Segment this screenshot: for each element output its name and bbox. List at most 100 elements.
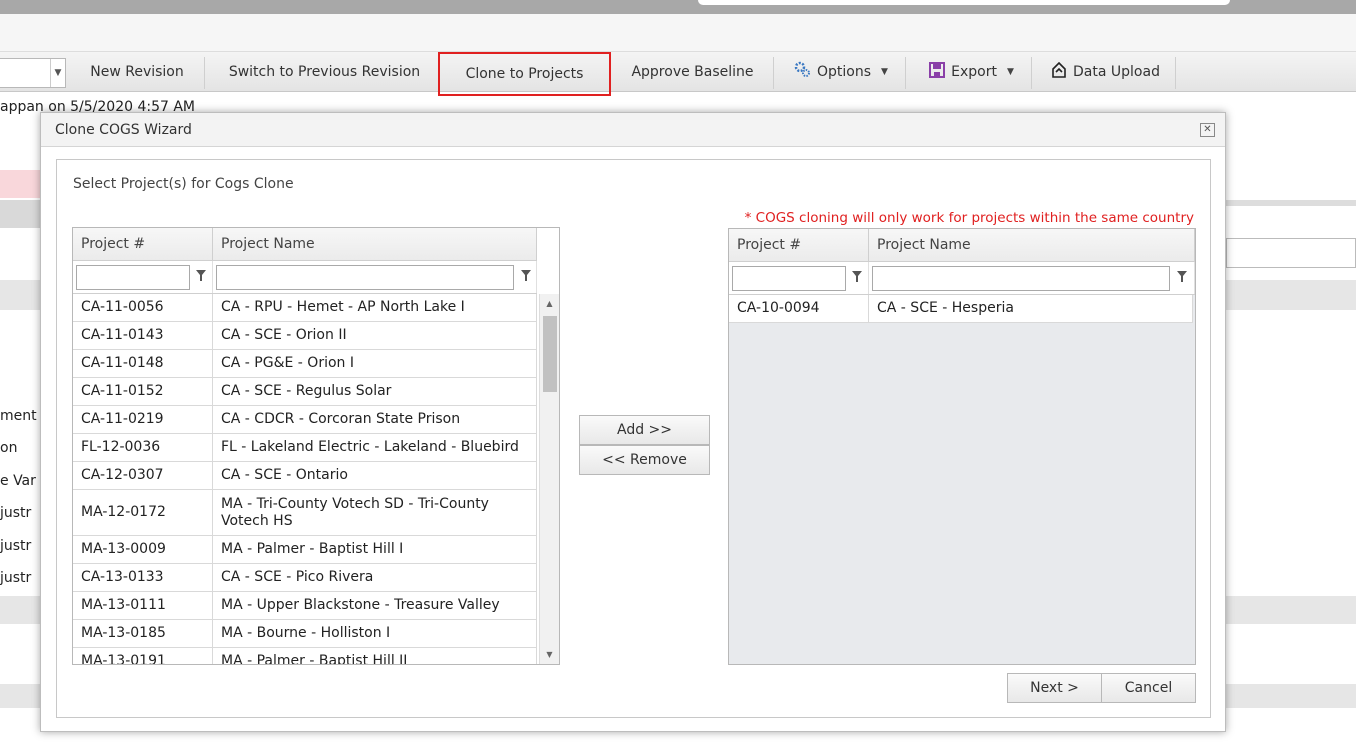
project-number-cell: CA-12-0307 — [73, 462, 213, 489]
project-number-cell: MA-13-0191 — [73, 648, 213, 664]
filter-icon[interactable] — [196, 270, 206, 282]
table-row[interactable]: MA-13-0009 MA - Palmer - Baptist Hill I — [73, 536, 537, 564]
project-number-cell: CA-13-0133 — [73, 564, 213, 591]
chevron-down-icon: ▼ — [50, 59, 65, 87]
project-name-cell: CA - SCE - Regulus Solar — [213, 378, 537, 405]
table-row[interactable]: CA-11-0056 CA - RPU - Hemet - AP North La… — [73, 294, 537, 322]
table-row[interactable]: MA-13-0185 MA - Bourne - Holliston I — [73, 620, 537, 648]
remove-button[interactable]: << Remove — [579, 445, 710, 475]
project-number-cell: CA-11-0152 — [73, 378, 213, 405]
instruction-text: Select Project(s) for Cogs Clone — [73, 176, 294, 192]
table-row[interactable]: CA-11-0219 CA - CDCR - Corcoran State Pri… — [73, 406, 537, 434]
grid-header: Project # Project Name — [73, 228, 537, 261]
project-number-cell: MA-12-0172 — [73, 490, 213, 535]
background-row — [0, 200, 40, 228]
dialog-titlebar: Clone COGS Wizard ✕ — [41, 113, 1225, 147]
add-button[interactable]: Add >> — [579, 415, 710, 445]
column-header-project-number[interactable]: Project # — [73, 228, 213, 261]
export-button[interactable]: Export ▼ — [912, 57, 1032, 89]
table-row[interactable]: CA-10-0094 CA - SCE - Hesperia — [729, 295, 1193, 323]
table-row[interactable]: CA-12-0307 CA - SCE - Ontario — [73, 462, 537, 490]
project-name-cell: MA - Tri-County Votech SD - Tri-County V… — [213, 490, 537, 535]
background-row — [0, 596, 40, 624]
options-label: Options — [817, 64, 872, 80]
approve-baseline-button[interactable]: Approve Baseline — [612, 57, 774, 89]
available-projects-grid: Project # Project Name CA-11-0056 CA - RP… — [72, 227, 560, 665]
background-row-label: justr — [0, 570, 32, 586]
project-name-cell: MA - Palmer - Baptist Hill II — [213, 648, 537, 664]
project-number-cell: CA-11-0056 — [73, 294, 213, 321]
project-name-cell: CA - PG&E - Orion I — [213, 350, 537, 377]
column-header-project-name[interactable]: Project Name — [869, 229, 1195, 262]
column-header-project-number[interactable]: Project # — [729, 229, 869, 262]
column-header-project-name[interactable]: Project Name — [213, 228, 537, 261]
background-row-label: on — [0, 440, 18, 456]
grid-header: Project # Project Name — [729, 229, 1195, 262]
background-row — [0, 280, 40, 310]
grid-filter-row — [73, 261, 537, 294]
export-icon — [929, 59, 946, 89]
project-name-filter-input[interactable] — [216, 265, 514, 290]
project-name-filter-input[interactable] — [872, 266, 1170, 291]
caret-down-icon: ▼ — [881, 67, 888, 77]
toolbar: ▼ New Revision Switch to Previous Revisi… — [0, 52, 1356, 96]
grid-scrollbar[interactable]: ▲ ▼ — [539, 294, 559, 664]
selected-projects-grid: Project # Project Name CA-10-0094 CA - SC… — [728, 228, 1196, 665]
data-upload-label: Data Upload — [1073, 64, 1160, 80]
background-row — [1226, 684, 1356, 708]
new-revision-button[interactable]: New Revision — [70, 57, 205, 89]
filter-icon[interactable] — [521, 270, 531, 282]
address-bar[interactable] — [698, 0, 1230, 5]
gear-icon — [793, 59, 811, 89]
clone-cogs-wizard-dialog: Clone COGS Wizard ✕ Select Project(s) fo… — [40, 112, 1226, 732]
table-row[interactable]: FL-12-0036 FL - Lakeland Electric - Lakel… — [73, 434, 537, 462]
project-name-cell: MA - Upper Blackstone - Treasure Valley — [213, 592, 537, 619]
project-number-cell: MA-13-0185 — [73, 620, 213, 647]
table-row[interactable]: MA-13-0191 MA - Palmer - Baptist Hill II — [73, 648, 537, 664]
table-row[interactable]: CA-11-0143 CA - SCE - Orion II — [73, 322, 537, 350]
project-name-cell: FL - Lakeland Electric - Lakeland - Blue… — [213, 434, 537, 461]
project-name-cell: MA - Palmer - Baptist Hill I — [213, 536, 537, 563]
scroll-thumb[interactable] — [543, 316, 557, 392]
project-name-cell: CA - SCE - Pico Rivera — [213, 564, 537, 591]
table-row[interactable]: CA-13-0133 CA - SCE - Pico Rivera — [73, 564, 537, 592]
scroll-down-icon[interactable]: ▼ — [540, 647, 559, 663]
project-number-cell: MA-13-0009 — [73, 536, 213, 563]
background-row-label: e Var — [0, 473, 36, 489]
project-number-cell: CA-11-0148 — [73, 350, 213, 377]
options-button[interactable]: Options ▼ — [776, 57, 906, 89]
switch-previous-revision-button[interactable]: Switch to Previous Revision — [210, 57, 440, 89]
background-row — [0, 684, 40, 708]
project-number-filter-input[interactable] — [732, 266, 846, 291]
data-upload-button[interactable]: Data Upload — [1036, 57, 1176, 89]
next-button[interactable]: Next > — [1007, 673, 1102, 703]
revision-select[interactable]: ▼ — [0, 58, 66, 88]
close-icon[interactable]: ✕ — [1200, 123, 1215, 137]
browser-chrome — [0, 0, 1356, 14]
wizard-panel: Select Project(s) for Cogs Clone * COGS … — [56, 159, 1211, 718]
app-header — [0, 14, 1356, 52]
project-name-cell: CA - SCE - Hesperia — [869, 295, 1193, 322]
project-number-cell: FL-12-0036 — [73, 434, 213, 461]
project-name-cell: MA - Bourne - Holliston I — [213, 620, 537, 647]
background-field — [1226, 238, 1356, 268]
clone-to-projects-button[interactable]: Clone to Projects — [438, 52, 611, 96]
project-number-cell: CA-11-0143 — [73, 322, 213, 349]
project-number-filter-input[interactable] — [76, 265, 190, 290]
background-row — [0, 170, 40, 198]
table-row[interactable]: MA-13-0111 MA - Upper Blackstone - Treasu… — [73, 592, 537, 620]
background-row — [1226, 280, 1356, 310]
table-row[interactable]: CA-11-0152 CA - SCE - Regulus Solar — [73, 378, 537, 406]
filter-icon[interactable] — [1177, 271, 1187, 283]
table-row[interactable]: CA-11-0148 CA - PG&E - Orion I — [73, 350, 537, 378]
filter-icon[interactable] — [852, 271, 862, 283]
background-row-label: justr — [0, 505, 32, 521]
background-row — [1226, 596, 1356, 624]
table-row[interactable]: MA-12-0172 MA - Tri-County Votech SD - Tr… — [73, 490, 537, 536]
country-warning: * COGS cloning will only work for projec… — [744, 210, 1194, 226]
scroll-up-icon[interactable]: ▲ — [540, 296, 559, 312]
project-name-cell: CA - SCE - Orion II — [213, 322, 537, 349]
project-name-cell: CA - CDCR - Corcoran State Prison — [213, 406, 537, 433]
cancel-button[interactable]: Cancel — [1101, 673, 1196, 703]
project-number-cell: CA-11-0219 — [73, 406, 213, 433]
